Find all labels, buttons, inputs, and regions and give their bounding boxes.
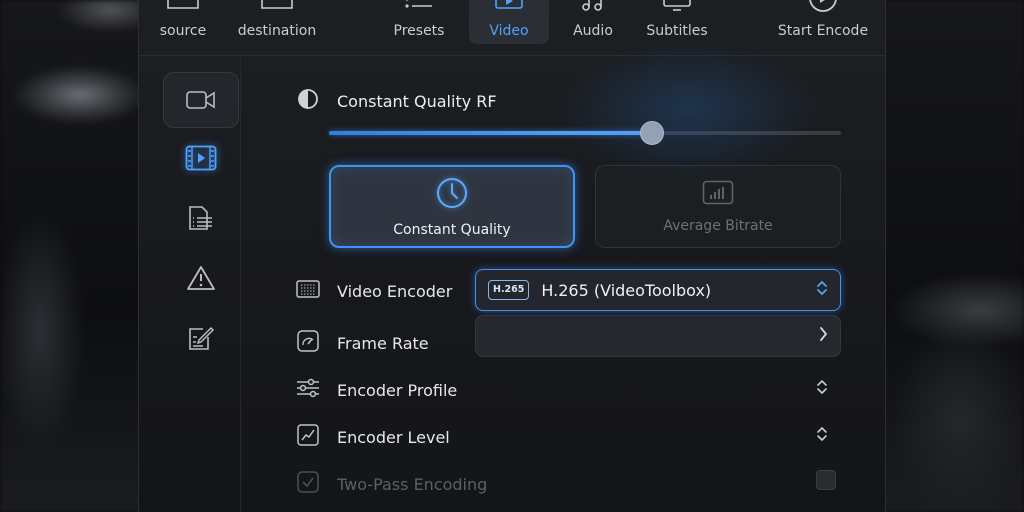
app-window: source destination Presets Video Audio S… (138, 0, 886, 512)
encoder-chip-icon (295, 278, 321, 304)
toolbar: source destination Presets Video Audio S… (139, 0, 885, 56)
toolbar-presets-label: Presets (393, 23, 445, 39)
encoder-level-row: Encoder Level (295, 424, 450, 450)
two-pass-row: Two-Pass Encoding (295, 471, 487, 497)
film-strip-icon (185, 145, 217, 171)
folder-icon (166, 0, 200, 16)
monitor-icon (662, 0, 692, 16)
list-icon (404, 0, 434, 16)
encoder-level-label: Encoder Level (337, 427, 450, 447)
video-encoder-value: H.265 (VideoToolbox) (541, 280, 712, 300)
sidebar-item-video-camera[interactable] (163, 72, 239, 128)
frame-rate-row: Frame Rate (295, 330, 429, 356)
checkmark-square-icon (295, 471, 321, 497)
sidebar-item-warning[interactable] (163, 250, 239, 306)
clock-icon (435, 176, 469, 214)
two-pass-label: Two-Pass Encoding (337, 474, 488, 494)
constant-quality-label: Constant Quality (393, 221, 511, 238)
toolbar-subtitles-label: Subtitles (646, 23, 708, 39)
contrast-icon (297, 88, 319, 114)
sidebar-item-edit[interactable] (163, 310, 239, 366)
constant-quality-button[interactable]: Constant Quality (329, 165, 575, 248)
two-pass-checkbox[interactable] (816, 470, 836, 490)
frame-rate-label: Frame Rate (337, 333, 429, 353)
frame-rate-select[interactable] (475, 315, 841, 357)
music-note-icon (578, 0, 608, 16)
toolbar-start-encode-button[interactable]: Start Encode (775, 0, 871, 44)
toolbar-audio-button[interactable]: Audio (563, 0, 623, 44)
toolbar-video-label: Video (489, 23, 529, 39)
quality-slider[interactable] (329, 121, 841, 145)
sidebar (139, 56, 241, 512)
video-encoder-row: Video Encoder (295, 278, 452, 304)
toolbar-audio-label: Audio (573, 23, 613, 39)
warning-icon (186, 265, 216, 291)
average-bitrate-button[interactable]: Average Bitrate (595, 165, 841, 248)
video-encoder-label: Video Encoder (337, 281, 453, 301)
chevron-up-down-icon (816, 279, 828, 301)
play-circle-icon (806, 0, 840, 18)
folder-icon (260, 0, 294, 16)
toolbar-source-button[interactable]: source (147, 0, 219, 44)
encoder-profile-label: Encoder Profile (337, 380, 458, 400)
toolbar-presets-button[interactable]: Presets (385, 0, 453, 44)
quality-rf-row: Constant Quality RF (297, 88, 497, 114)
video-encoder-select[interactable]: H.265 H.265 (VideoToolbox) (475, 269, 841, 311)
toolbar-destination-label: destination (237, 23, 317, 39)
bitrate-meter-icon (702, 180, 734, 210)
toolbar-subtitles-button[interactable]: Subtitles (639, 0, 715, 44)
encoder-profile-stepper[interactable] (816, 378, 828, 400)
video-camera-icon (186, 89, 216, 111)
average-bitrate-label: Average Bitrate (663, 217, 773, 234)
level-chart-icon (295, 424, 321, 450)
sidebar-item-film[interactable] (163, 130, 239, 186)
quality-slider-thumb[interactable] (639, 121, 664, 145)
toolbar-video-tab[interactable]: Video (469, 0, 549, 44)
video-frame-icon (494, 0, 524, 16)
speedometer-icon (295, 330, 321, 356)
edit-icon (187, 325, 215, 351)
codec-badge: H.265 (488, 280, 530, 300)
document-list-icon (187, 205, 215, 231)
quality-rf-label: Constant Quality RF (337, 91, 497, 111)
toolbar-destination-button[interactable]: destination (231, 0, 323, 44)
quality-slider-fill (329, 131, 652, 135)
toolbar-start-encode-label: Start Encode (777, 23, 869, 39)
chevron-right-icon (818, 326, 828, 346)
sliders-icon (295, 377, 321, 403)
encoder-profile-row: Encoder Profile (295, 377, 457, 403)
toolbar-source-label: source (159, 23, 207, 39)
encoder-level-stepper[interactable] (816, 425, 828, 447)
sidebar-item-document[interactable] (163, 190, 239, 246)
